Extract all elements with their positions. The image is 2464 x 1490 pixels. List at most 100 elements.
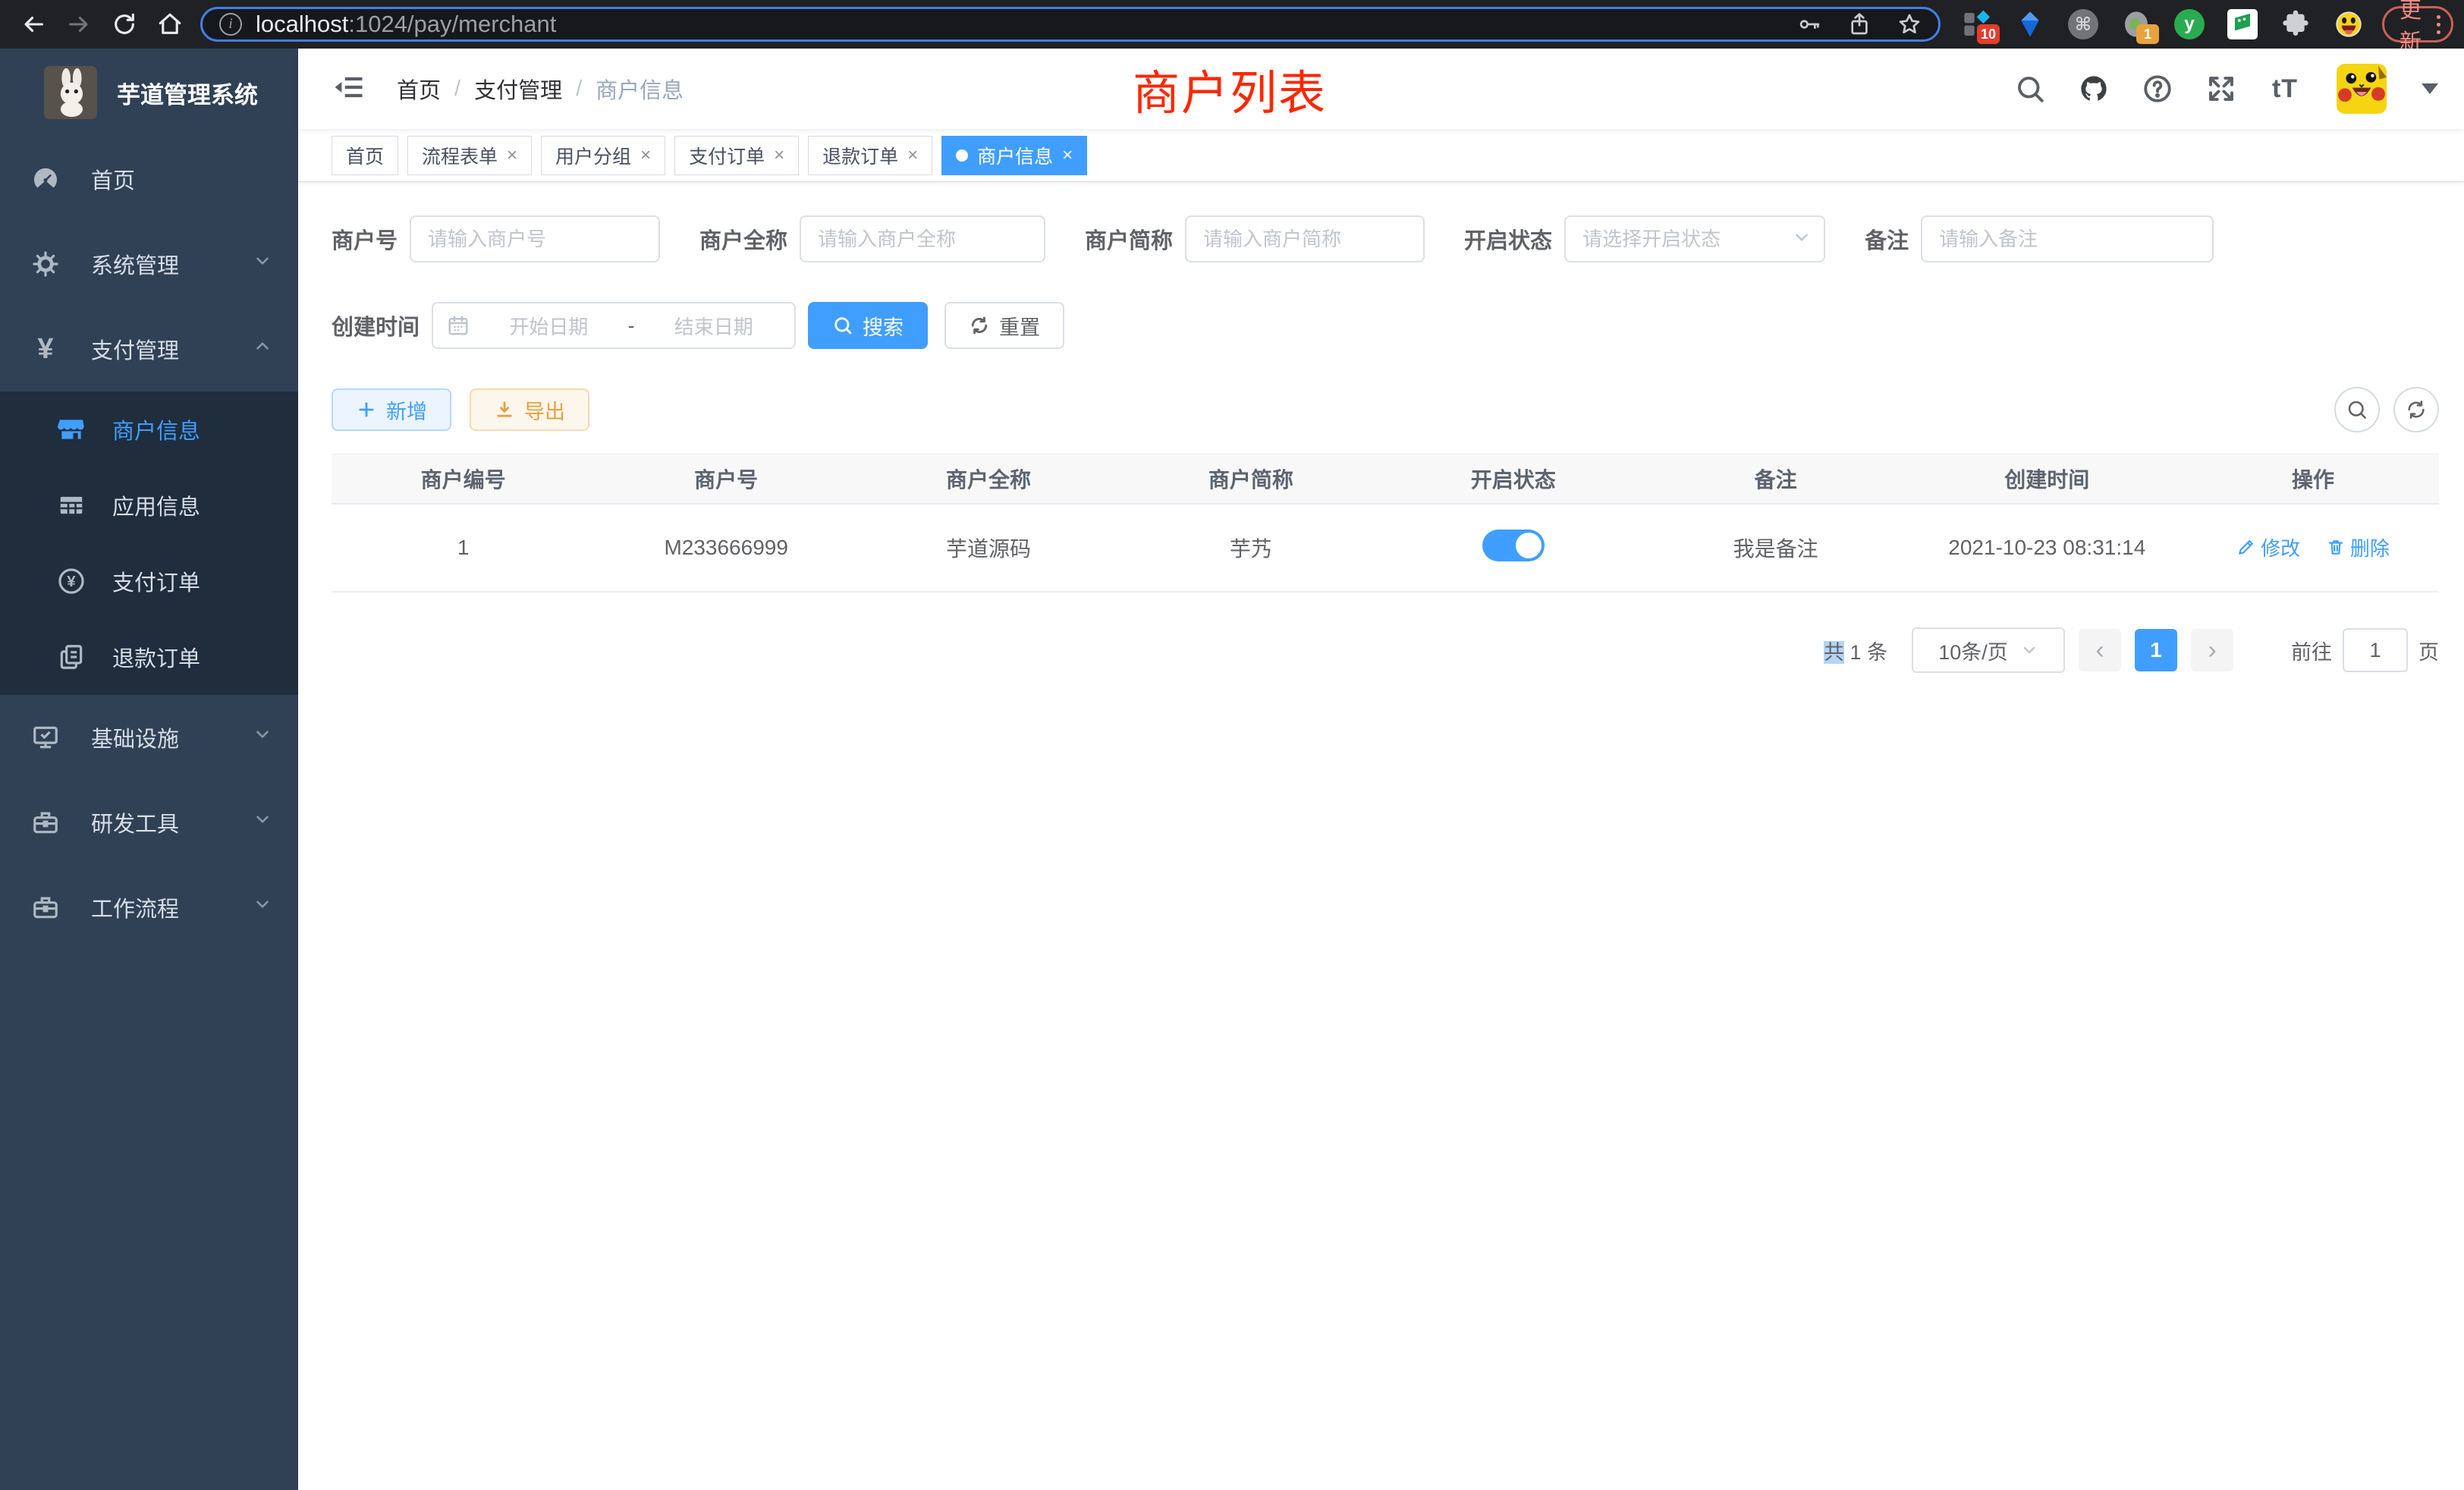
chevron-down-icon xyxy=(2020,641,2038,659)
reset-button[interactable]: 重置 xyxy=(944,302,1064,349)
merchant-no-input[interactable] xyxy=(410,215,660,262)
merchant-name-label: 商户全称 xyxy=(699,223,787,255)
extension-grid-diamond-icon[interactable]: 10 xyxy=(1960,8,1994,41)
date-range-picker[interactable]: 开始日期 - 结束日期 xyxy=(432,302,796,349)
sidebar-item-pay-order[interactable]: ¥ 支付订单 xyxy=(0,543,298,619)
sidebar-item-payment[interactable]: ¥ 支付管理 xyxy=(0,306,298,391)
chevron-down-icon xyxy=(253,809,272,835)
browser-menu-icon[interactable] xyxy=(2437,15,2440,34)
end-date-placeholder[interactable]: 结束日期 xyxy=(646,312,781,340)
export-button[interactable]: 导出 xyxy=(470,388,589,431)
browser-home-button[interactable] xyxy=(152,6,188,42)
home-icon xyxy=(157,11,183,37)
chevron-down-icon xyxy=(253,725,272,750)
extension-y-icon[interactable]: y xyxy=(2173,8,2206,41)
breadcrumb: 首页 / 支付管理 / 商户信息 xyxy=(397,73,684,105)
toolbox-icon xyxy=(30,807,61,838)
toggle-knob xyxy=(1516,533,1542,558)
app-title: 芋道管理系统 xyxy=(117,76,258,110)
tab-merchant-info[interactable]: 商户信息× xyxy=(941,136,1087,175)
merchant-short-input[interactable] xyxy=(1185,215,1425,262)
extension-badge: 1 xyxy=(2136,24,2159,44)
briefcase-icon xyxy=(30,892,61,923)
app-logo[interactable]: 芋道管理系统 xyxy=(0,49,298,137)
edit-link[interactable]: 修改 xyxy=(2236,533,2300,561)
github-link[interactable] xyxy=(2074,69,2114,108)
refresh-table-button[interactable] xyxy=(2393,387,2439,432)
sidebar-item-refund-order[interactable]: 退款订单 xyxy=(0,619,298,695)
status-select[interactable] xyxy=(1564,215,1825,262)
tab-user-group[interactable]: 用户分组× xyxy=(541,136,665,175)
address-bar[interactable]: i localhost:1024/pay/merchant xyxy=(200,7,1941,42)
breadcrumb-payment[interactable]: 支付管理 xyxy=(474,73,562,105)
close-icon[interactable]: × xyxy=(774,145,784,166)
svg-text:¥: ¥ xyxy=(67,573,76,590)
font-size-button[interactable]: tT xyxy=(2265,69,2305,108)
close-icon[interactable]: × xyxy=(907,145,918,166)
search-button[interactable]: 搜索 xyxy=(808,302,928,349)
browser-forward-button[interactable] xyxy=(61,6,97,42)
start-date-placeholder[interactable]: 开始日期 xyxy=(482,312,616,340)
avatar-dropdown-caret-icon[interactable] xyxy=(2422,83,2438,94)
page-size-select[interactable]: 10条/页 xyxy=(1912,627,2065,673)
sidebar-item-system[interactable]: 系统管理 xyxy=(0,222,298,306)
merchant-shortname-cell: 芋艿 xyxy=(1120,533,1382,563)
tab-home[interactable]: 首页 xyxy=(332,136,398,175)
toggle-search-button[interactable] xyxy=(2334,387,2380,432)
column-header: 商户编号 xyxy=(332,464,595,494)
merchant-name-input[interactable] xyxy=(800,215,1045,262)
column-header: 开启状态 xyxy=(1382,464,1645,494)
tab-refund-order[interactable]: 退款订单× xyxy=(808,136,932,175)
reload-icon xyxy=(112,11,137,37)
bookmark-star-icon[interactable] xyxy=(1897,12,1922,36)
add-button[interactable]: 新增 xyxy=(332,388,451,431)
browser-reload-button[interactable] xyxy=(106,6,143,42)
browser-back-button[interactable] xyxy=(15,6,52,42)
tab-process-form[interactable]: 流程表单× xyxy=(407,136,532,175)
browser-profile-emoji-icon[interactable] xyxy=(2332,8,2365,41)
sidebar-item-infrastructure[interactable]: 基础设施 xyxy=(0,695,298,780)
sidebar-item-workflow[interactable]: 工作流程 xyxy=(0,865,298,950)
sidebar-item-label: 工作流程 xyxy=(91,891,179,923)
page-1-button[interactable]: 1 xyxy=(2135,629,2177,671)
status-toggle[interactable] xyxy=(1482,530,1545,561)
password-key-icon[interactable] xyxy=(1797,12,1821,36)
help-button[interactable] xyxy=(2138,69,2177,108)
prev-page-button[interactable]: ‹ xyxy=(2079,629,2121,671)
close-icon[interactable]: × xyxy=(640,145,651,166)
sidebar-item-dev-tools[interactable]: 研发工具 xyxy=(0,780,298,865)
extensions-puzzle-icon[interactable] xyxy=(2279,8,2312,41)
pagination-total: 共 1 条 xyxy=(1824,636,1887,665)
avatar[interactable] xyxy=(2337,64,2387,114)
remark-input[interactable] xyxy=(1921,215,2214,262)
monitor-check-icon xyxy=(30,722,61,753)
url-text[interactable]: localhost:1024/pay/merchant xyxy=(256,11,556,38)
extensions-row: 10 ⌘ 1 y xyxy=(1960,8,2365,41)
extension-blob-icon[interactable]: 1 xyxy=(2120,8,2153,41)
site-info-icon[interactable]: i xyxy=(219,13,242,36)
column-header: 备注 xyxy=(1645,464,1907,494)
delete-link[interactable]: 删除 xyxy=(2326,533,2390,561)
sidebar-item-merchant-info[interactable]: 商户信息 xyxy=(0,391,298,467)
fullscreen-button[interactable] xyxy=(2202,69,2241,108)
chevron-down-icon xyxy=(1792,228,1812,251)
sidebar-item-home[interactable]: 首页 xyxy=(0,137,298,222)
close-icon[interactable]: × xyxy=(1062,145,1073,166)
plus-icon xyxy=(356,399,377,420)
sidebar-item-app-info[interactable]: 应用信息 xyxy=(0,467,298,543)
goto-page-input[interactable] xyxy=(2343,628,2408,672)
sidebar-collapse-button[interactable] xyxy=(333,71,365,107)
status-select-input[interactable] xyxy=(1564,215,1825,262)
next-page-button[interactable]: › xyxy=(2191,629,2233,671)
share-icon[interactable] xyxy=(1847,12,1872,36)
extension-command-icon[interactable]: ⌘ xyxy=(2066,8,2100,41)
sidebar-item-label: 应用信息 xyxy=(112,489,200,521)
merchant-short-label: 商户简称 xyxy=(1085,223,1173,255)
close-icon[interactable]: × xyxy=(507,145,517,166)
browser-update-button[interactable]: 更新 xyxy=(2382,6,2453,42)
header-search-button[interactable] xyxy=(2010,69,2050,108)
tab-pay-order[interactable]: 支付订单× xyxy=(674,136,799,175)
extension-gem-icon[interactable] xyxy=(2013,8,2047,41)
extension-flag-icon[interactable] xyxy=(2226,8,2259,41)
breadcrumb-home[interactable]: 首页 xyxy=(397,73,441,105)
